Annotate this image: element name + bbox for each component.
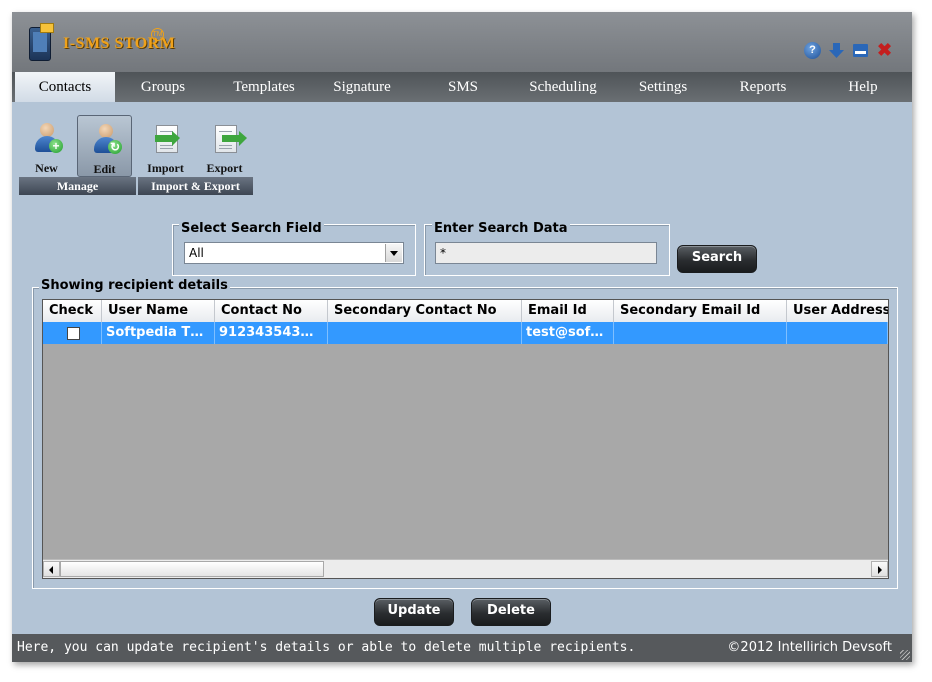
menu-sms[interactable]: SMS [413, 72, 513, 102]
recipient-details-legend: Showing recipient details [39, 278, 230, 293]
menu-contacts[interactable]: Contacts [15, 72, 115, 102]
status-bar: Here, you can update recipient's details… [12, 634, 912, 662]
horizontal-scrollbar[interactable] [43, 559, 888, 578]
manage-group-label: Manage [19, 177, 136, 195]
scroll-right-icon[interactable] [871, 561, 888, 577]
column-user-address[interactable]: User Address [787, 300, 888, 322]
column-secondary-email-id[interactable]: Secondary Email Id [614, 300, 787, 322]
menu-help[interactable]: Help [813, 72, 912, 102]
help-icon[interactable]: ? [804, 42, 821, 59]
column-secondary-contact-no[interactable]: Secondary Contact No [328, 300, 522, 322]
ribbon-toolbar: + New ↻ Edit Import Export Manage Import… [19, 115, 253, 195]
new-contact-button[interactable]: + New [19, 115, 74, 177]
column-check[interactable]: Check [43, 300, 102, 322]
export-button[interactable]: Export [197, 115, 252, 177]
column-user-name[interactable]: User Name [102, 300, 215, 322]
update-button[interactable]: Update [374, 598, 454, 626]
column-email-id[interactable]: Email Id [522, 300, 614, 322]
trademark-mark: TM [151, 28, 164, 41]
user-add-icon: + [33, 123, 63, 155]
delete-button[interactable]: Delete [471, 598, 551, 626]
menu-signature[interactable]: Signature [312, 72, 412, 102]
search-button[interactable]: Search [677, 245, 757, 273]
app-window: I-SMS STORM TM ? ✖ Contacts Groups Templ… [12, 12, 912, 662]
close-icon[interactable]: ✖ [876, 41, 893, 59]
menu-reports[interactable]: Reports [713, 72, 813, 102]
recipient-table: Check User Name Contact No Secondary Con… [42, 299, 889, 579]
row-checkbox[interactable] [67, 327, 80, 340]
chevron-down-icon[interactable] [385, 244, 402, 262]
import-label: Import [147, 161, 184, 175]
resize-grip-icon[interactable] [900, 650, 910, 660]
row-check-cell [43, 322, 102, 344]
download-icon[interactable] [828, 42, 845, 59]
scroll-left-icon[interactable] [43, 561, 60, 577]
search-field-legend: Select Search Field [179, 221, 324, 236]
menu-groups[interactable]: Groups [113, 72, 213, 102]
import-button[interactable]: Import [138, 115, 193, 177]
cell-secondary-email-id [614, 322, 787, 344]
minimize-icon[interactable] [852, 42, 869, 59]
import-icon [152, 123, 180, 155]
menu-scheduling[interactable]: Scheduling [513, 72, 613, 102]
new-label: New [35, 161, 58, 175]
search-field-value: All [189, 246, 204, 260]
scroll-thumb[interactable] [60, 561, 324, 577]
cell-secondary-contact-no [328, 322, 522, 344]
title-bar: I-SMS STORM TM ? ✖ [12, 12, 912, 72]
search-data-input[interactable]: * [435, 242, 657, 264]
cell-email-id: test@sof… [522, 322, 614, 344]
export-label: Export [206, 161, 243, 175]
import-export-group-label: Import & Export [138, 177, 253, 195]
column-contact-no[interactable]: Contact No [215, 300, 328, 322]
cell-contact-no: 912343543… [215, 322, 328, 344]
table-header: Check User Name Contact No Secondary Con… [43, 300, 888, 323]
edit-label: Edit [93, 162, 116, 176]
cell-user-address [787, 322, 888, 344]
status-message: Here, you can update recipient's details… [17, 640, 636, 655]
copyright-text: ©2012 Intellirich Devsoft [727, 640, 892, 655]
envelope-icon [40, 23, 54, 33]
menu-settings[interactable]: Settings [613, 72, 713, 102]
table-row[interactable]: Softpedia T… 912343543… test@sof… [43, 322, 888, 344]
search-field-select[interactable]: All [184, 242, 404, 264]
edit-contact-button[interactable]: ↻ Edit [77, 115, 132, 177]
export-icon [211, 123, 247, 155]
user-edit-icon: ↻ [92, 124, 122, 156]
search-data-legend: Enter Search Data [432, 221, 570, 236]
main-menu: Contacts Groups Templates Signature SMS … [12, 72, 912, 102]
cell-user-name: Softpedia T… [102, 322, 215, 344]
menu-templates[interactable]: Templates [214, 72, 314, 102]
